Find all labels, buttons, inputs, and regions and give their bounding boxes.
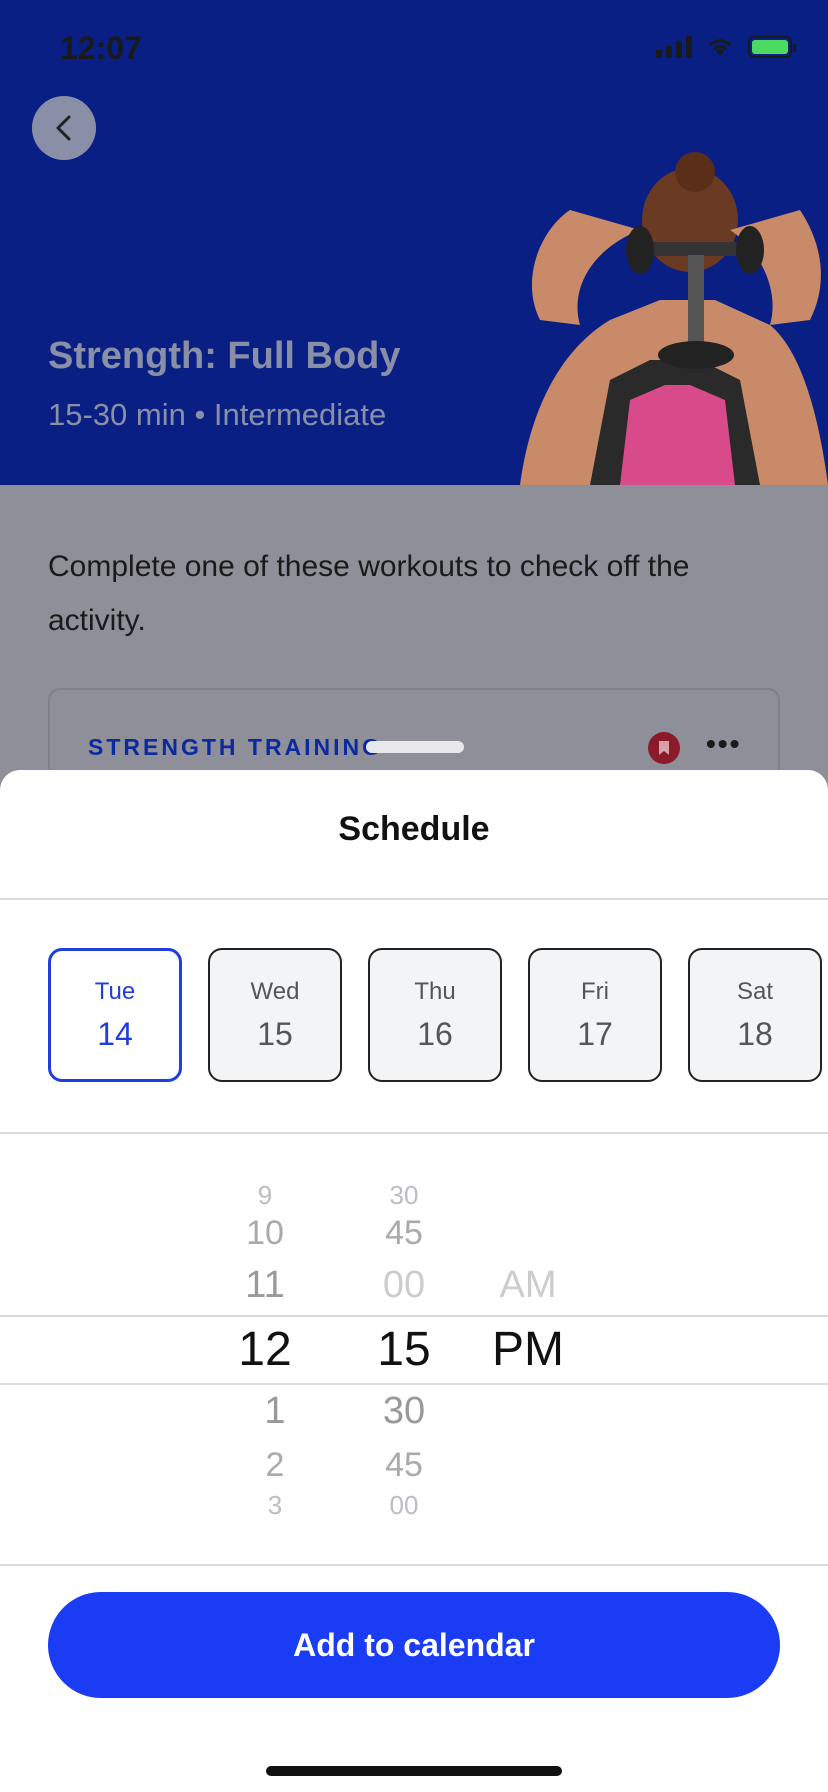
day-name: Sat (736, 977, 774, 1005)
day-name: Thu (414, 977, 456, 1005)
selected-ampm: PM (492, 1323, 564, 1376)
wifi-icon (708, 39, 732, 56)
intro-text: Complete one of these workouts to check … (48, 550, 690, 637)
selected-minute: 15 (377, 1323, 431, 1376)
day-selector: Tue 14 Wed 15 Thu 16 Fri 17 Sat 18 (48, 948, 822, 1082)
day-name: Wed (250, 977, 300, 1005)
bookmark-icon[interactable] (648, 732, 680, 764)
workout-title: Strength: Full Body (48, 335, 401, 377)
selected-hour: 12 (238, 1323, 292, 1376)
day-option-tue[interactable]: Tue 14 (48, 948, 182, 1082)
picker-value: 11 (245, 1264, 285, 1306)
back-button[interactable] (32, 96, 96, 160)
workout-subtitle: 15-30 min • Intermediate (48, 397, 387, 432)
day-option-wed[interactable]: Wed 15 (208, 948, 342, 1082)
chevron-left-icon (56, 115, 71, 141)
more-options-icon[interactable]: ••• (706, 728, 741, 760)
picker-value: 45 (385, 1446, 423, 1484)
cellular-signal-icon (656, 36, 692, 58)
picker-value: 9 (257, 1180, 273, 1210)
day-number: 14 (97, 1015, 133, 1052)
divider (0, 898, 828, 900)
card-category-label: STRENGTH TRAINING (88, 734, 384, 760)
day-number: 18 (737, 1015, 773, 1052)
picker-value: 30 (389, 1180, 419, 1210)
day-number: 16 (417, 1015, 453, 1052)
picker-value: 00 (389, 1490, 419, 1520)
picker-value: 10 (246, 1214, 284, 1252)
woman-dumbbell-image (520, 152, 828, 485)
day-option-fri[interactable]: Fri 17 (528, 948, 662, 1082)
picker-value: 1 (264, 1390, 286, 1432)
status-time: 12:07 (60, 30, 142, 66)
picker-value-am: AM (499, 1264, 557, 1306)
day-number: 17 (577, 1015, 613, 1052)
status-icons (656, 36, 796, 58)
picker-value: 00 (382, 1264, 426, 1306)
picker-value: 30 (382, 1390, 426, 1432)
day-option-thu[interactable]: Thu 16 (368, 948, 502, 1082)
day-number: 15 (257, 1015, 293, 1052)
picker-value: 3 (267, 1490, 283, 1520)
day-option-sat[interactable]: Sat 18 (688, 948, 822, 1082)
day-name: Tue (94, 977, 136, 1005)
sheet-title: Schedule (338, 810, 490, 848)
picker-value: 45 (385, 1214, 423, 1252)
day-name: Fri (581, 977, 609, 1005)
battery-icon (748, 36, 796, 58)
home-indicator (266, 1766, 562, 1776)
picker-value: 2 (265, 1446, 285, 1484)
add-to-calendar-button[interactable]: Add to calendar (48, 1592, 780, 1698)
sheet-grabber[interactable] (366, 741, 464, 753)
divider (0, 1564, 828, 1566)
divider (0, 1132, 828, 1134)
